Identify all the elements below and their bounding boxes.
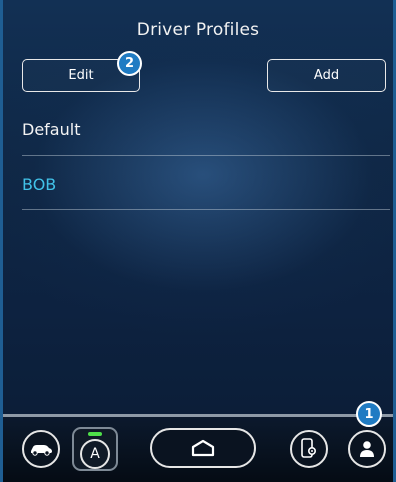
auto-icon-label: A [90, 446, 100, 462]
callout-badge-2: 2 [117, 51, 142, 76]
home-icon [191, 439, 215, 457]
vehicle-button[interactable] [22, 430, 60, 468]
list-divider [22, 209, 390, 210]
page-title: Driver Profiles [136, 20, 260, 40]
add-button[interactable]: Add [267, 59, 386, 92]
car-icon [31, 445, 52, 456]
callout-badge-1: 1 [356, 401, 382, 427]
profile-icon [360, 441, 374, 457]
bottom-bar-divider [3, 414, 393, 417]
phone-settings-button[interactable] [290, 430, 328, 468]
auto-mode-indicator [88, 432, 102, 436]
profile-item-default[interactable]: Default [22, 120, 80, 139]
profile-item-bob[interactable]: BOB [22, 175, 56, 194]
home-button[interactable] [150, 428, 256, 468]
auto-icon: A [80, 439, 110, 469]
list-divider [22, 155, 390, 156]
profile-button[interactable] [348, 430, 386, 468]
phone-settings-icon [301, 438, 317, 458]
